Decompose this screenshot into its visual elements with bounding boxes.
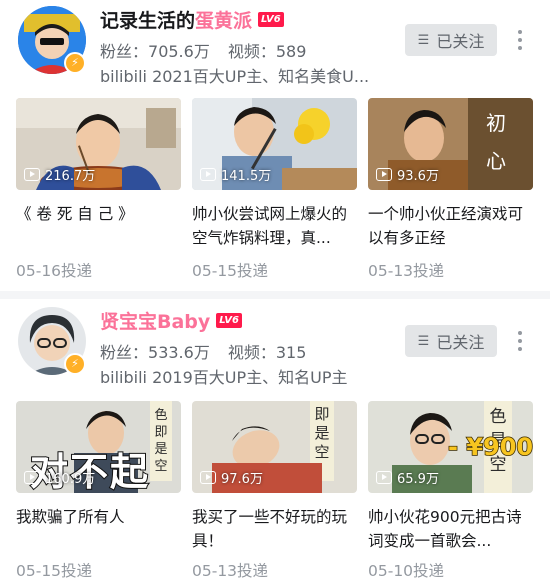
view-count: 141.5万: [200, 165, 271, 184]
video-item[interactable]: 即是空 97.6万 我买了一些不好玩的玩具！ 05-13投递: [192, 401, 357, 581]
video-thumbnail[interactable]: 141.5万: [192, 98, 357, 190]
video-thumbnail[interactable]: 色是空 - ¥900 65.9万: [368, 401, 533, 493]
video-item[interactable]: 色即是空 对不起 160.9万 我欺骗了所有人 05-15投递: [16, 401, 181, 581]
video-title[interactable]: 《 卷 死 自 己 》: [16, 202, 181, 250]
more-vertical-icon[interactable]: [510, 26, 530, 54]
video-date: 05-16投递: [16, 262, 93, 280]
channel-name[interactable]: 贤宝宝Baby: [100, 307, 210, 334]
video-thumbnail[interactable]: 93.6万 初 心: [368, 98, 533, 190]
channel-card-1: ⚡ 记录生活的蛋黄派 LV6 粉丝：705.6万 视频：589 bilibili …: [0, 0, 550, 291]
follow-button[interactable]: ☰ 已关注: [405, 24, 497, 56]
video-date: 05-15投递: [192, 262, 269, 280]
view-count: 216.7万: [24, 165, 95, 184]
play-icon: [200, 168, 216, 181]
list-icon: ☰: [417, 32, 430, 48]
video-title[interactable]: 一个帅小伙正经演戏可以有多正经: [368, 202, 533, 250]
channel-name-row: 贤宝宝Baby LV6: [100, 307, 242, 333]
view-count: 93.6万: [376, 165, 439, 184]
video-item[interactable]: 色是空 - ¥900 65.9万 帅小伙花900元把古诗词变成一首歌会... 0…: [368, 401, 533, 581]
channel-stats: 粉丝：533.6万 视频：315: [100, 343, 307, 362]
video-title[interactable]: 我买了一些不好玩的玩具！: [192, 505, 357, 553]
list-icon: ☰: [417, 333, 430, 349]
verified-badge-icon: ⚡: [64, 353, 86, 375]
channel-name-row: 记录生活的蛋黄派 LV6: [100, 6, 284, 32]
thumbnail-caption: 初 心: [486, 111, 506, 173]
video-list: 216.7万 《 卷 死 自 己 》 05-16投递 141.5万 帅小伙尝试网…: [16, 98, 536, 280]
play-icon: [200, 471, 216, 484]
verified-badge-icon: ⚡: [64, 52, 86, 74]
view-count: 65.9万: [376, 468, 439, 487]
video-thumbnail[interactable]: 即是空 97.6万: [192, 401, 357, 493]
video-title[interactable]: 我欺骗了所有人: [16, 505, 181, 553]
level-badge: LV6: [258, 11, 284, 27]
section-divider: [0, 291, 550, 299]
channel-name[interactable]: 记录生活的蛋黄派: [100, 6, 252, 33]
follow-button[interactable]: ☰ 已关注: [405, 325, 497, 357]
video-item[interactable]: 93.6万 初 心 一个帅小伙正经演戏可以有多正经 05-13投递: [368, 98, 533, 281]
view-count: 97.6万: [200, 468, 263, 487]
more-vertical-icon[interactable]: [510, 327, 530, 355]
view-count: 160.9万: [24, 468, 95, 487]
video-date: 05-13投递: [192, 562, 269, 580]
video-list: 色即是空 对不起 160.9万 我欺骗了所有人 05-15投递 即是空 97.6…: [16, 401, 536, 581]
video-item[interactable]: 216.7万 《 卷 死 自 己 》 05-16投递: [16, 98, 181, 281]
channel-bio: bilibili 2021百大UP主、知名美食U...: [100, 67, 370, 86]
channel-card-2: ⚡ 贤宝宝Baby LV6 粉丝：533.6万 视频：315 bilibili 2…: [0, 299, 550, 583]
play-icon: [24, 471, 40, 484]
video-date: 05-13投递: [368, 262, 445, 280]
thumbnail-caption: - ¥900: [447, 432, 533, 462]
video-thumbnail[interactable]: 216.7万: [16, 98, 181, 190]
channel-bio: bilibili 2019百大UP主、知名UP主: [100, 368, 348, 387]
play-icon: [376, 471, 392, 484]
video-thumbnail[interactable]: 色即是空 对不起 160.9万: [16, 401, 181, 493]
play-icon: [376, 168, 392, 181]
play-icon: [24, 168, 40, 181]
video-date: 05-10投递: [368, 562, 445, 580]
video-title[interactable]: 帅小伙尝试网上爆火的空气炸锅料理，真...: [192, 202, 357, 250]
video-date: 05-15投递: [16, 562, 93, 580]
video-title[interactable]: 帅小伙花900元把古诗词变成一首歌会...: [368, 505, 533, 553]
thumbnail-scroll-text: 色即是空: [154, 408, 168, 474]
video-item[interactable]: 141.5万 帅小伙尝试网上爆火的空气炸锅料理，真... 05-15投递: [192, 98, 357, 281]
thumbnail-scroll-text: 即是空: [314, 405, 330, 461]
level-badge: LV6: [216, 312, 242, 328]
channel-stats: 粉丝：705.6万 视频：589: [100, 42, 307, 61]
